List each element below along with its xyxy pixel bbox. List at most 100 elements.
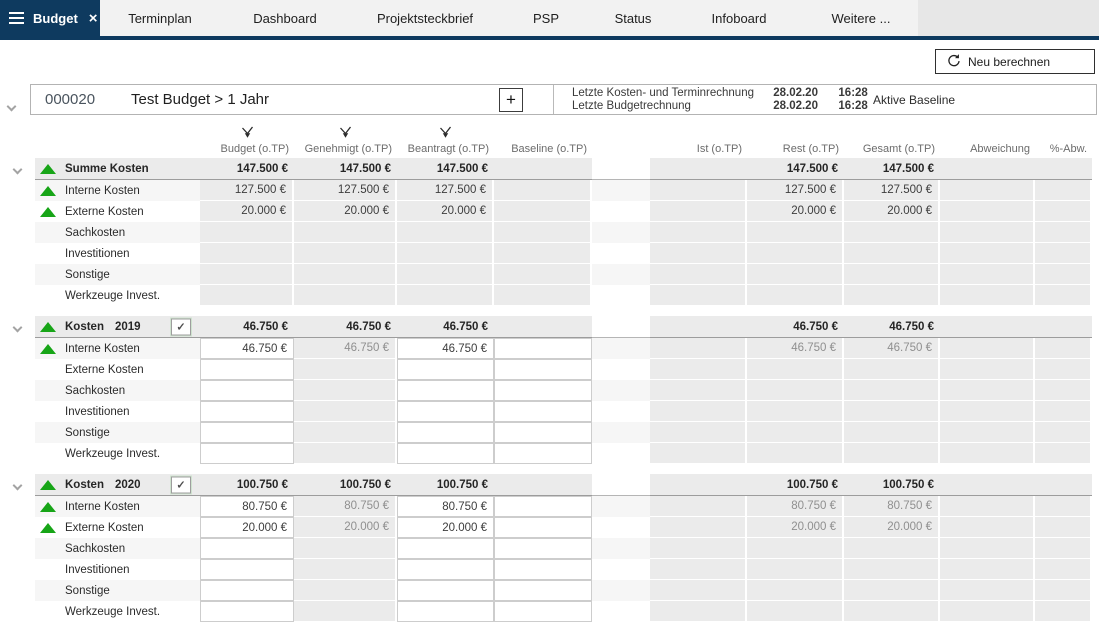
row-name: Werkzeuge Invest.	[65, 448, 160, 460]
collapse-group-chevron-icon[interactable]	[13, 322, 23, 332]
trend-up-icon	[40, 480, 56, 490]
cell-budget: 127.500 €	[200, 180, 294, 201]
gutter-spacer	[0, 140, 35, 158]
group-row-label[interactable]: Kosten2019✓	[35, 316, 200, 338]
cell-gesamt: 20.000 €	[844, 517, 940, 538]
cell-baseline[interactable]	[494, 517, 592, 538]
gap-column	[592, 580, 650, 601]
close-tab-icon[interactable]: ×	[89, 10, 98, 27]
gap-column	[592, 222, 650, 243]
group-total-abweichung	[940, 474, 1035, 496]
cell-beantragt[interactable]	[397, 401, 494, 422]
cell-budget[interactable]	[200, 401, 294, 422]
cell-rest	[747, 222, 844, 243]
filter-icon[interactable]	[200, 125, 294, 140]
add-button[interactable]: +	[499, 88, 523, 112]
cell-budget[interactable]	[200, 443, 294, 464]
cell-baseline[interactable]	[494, 601, 592, 622]
tab-budget-active[interactable]: Budget ×	[0, 0, 100, 36]
cell-beantragt[interactable]	[397, 580, 494, 601]
cell-budget[interactable]: 46.750 €	[200, 338, 294, 359]
cell-budget[interactable]: 20.000 €	[200, 517, 294, 538]
cell-abweichung	[940, 401, 1035, 422]
cell-beantragt[interactable]	[397, 380, 494, 401]
cell-budget[interactable]	[200, 380, 294, 401]
cell-beantragt[interactable]: 20.000 €	[397, 517, 494, 538]
cell-budget[interactable]	[200, 601, 294, 622]
cell-budget[interactable]	[200, 422, 294, 443]
tab-infoboard[interactable]: Infoboard	[674, 0, 804, 36]
cell-ist	[650, 443, 747, 464]
row-gutter	[0, 243, 35, 264]
cell-beantragt[interactable]	[397, 359, 494, 380]
cell-budget[interactable]	[200, 359, 294, 380]
cell-gesamt	[844, 380, 940, 401]
project-header-band: 000020 Test Budget > 1 Jahr + Letzte Kos…	[30, 84, 1097, 115]
cell-rest: 127.500 €	[747, 180, 844, 201]
cell-beantragt[interactable]: 46.750 €	[397, 338, 494, 359]
cell-genehmigt: 46.750 €	[294, 338, 397, 359]
cell-beantragt[interactable]	[397, 559, 494, 580]
cell-baseline[interactable]	[494, 538, 592, 559]
collapse-group-chevron-icon[interactable]	[13, 164, 23, 174]
cell-budget[interactable]	[200, 538, 294, 559]
tab-terminplan[interactable]: Terminplan	[100, 0, 220, 36]
filter-icon-row	[0, 125, 1092, 140]
cell-baseline[interactable]	[494, 338, 592, 359]
row-label: Sachkosten	[35, 538, 200, 559]
cell-baseline[interactable]	[494, 380, 592, 401]
row-name: Werkzeuge Invest.	[65, 606, 160, 618]
cell-baseline[interactable]	[494, 496, 592, 517]
cell-genehmigt	[294, 243, 397, 264]
hamburger-menu-icon[interactable]	[9, 12, 24, 24]
row-name: Externe Kosten	[65, 364, 144, 376]
recalculate-label: Neu berechnen	[968, 55, 1050, 69]
cell-pabw	[1035, 380, 1092, 401]
cell-budget: 20.000 €	[200, 201, 294, 222]
group-total-beantragt: 100.750 €	[397, 474, 494, 496]
group-total-gesamt: 147.500 €	[844, 158, 940, 180]
tab-projektsteckbrief[interactable]: Projektsteckbrief	[350, 0, 500, 36]
group-row-label[interactable]: Kosten2020✓	[35, 474, 200, 496]
tab-status[interactable]: Status	[592, 0, 674, 36]
group-total-genehmigt: 100.750 €	[294, 474, 397, 496]
filter-icon[interactable]	[294, 125, 397, 140]
collapse-group-chevron-icon[interactable]	[13, 480, 23, 490]
cell-beantragt[interactable]	[397, 422, 494, 443]
cell-ist	[650, 422, 747, 443]
cell-baseline[interactable]	[494, 559, 592, 580]
cell-rest	[747, 380, 844, 401]
group-row-label[interactable]: Summe Kosten	[35, 158, 200, 180]
cell-baseline[interactable]	[494, 422, 592, 443]
cell-baseline[interactable]	[494, 359, 592, 380]
cell-budget[interactable]: 80.750 €	[200, 496, 294, 517]
collapse-header-chevron-icon[interactable]	[8, 97, 15, 115]
row-label: Investitionen	[35, 401, 200, 422]
cell-beantragt[interactable]	[397, 443, 494, 464]
gap-column	[592, 474, 650, 496]
cell-budget[interactable]	[200, 580, 294, 601]
year-checkbox[interactable]: ✓	[171, 318, 191, 335]
label-spacer	[35, 140, 200, 158]
row-gutter	[0, 538, 35, 559]
filter-icon[interactable]	[397, 125, 494, 140]
cell-gesamt: 80.750 €	[844, 496, 940, 517]
cell-ist	[650, 359, 747, 380]
cell-beantragt[interactable]: 80.750 €	[397, 496, 494, 517]
cell-baseline[interactable]	[494, 580, 592, 601]
tab-weitere[interactable]: Weitere ...	[804, 0, 918, 36]
cell-budget[interactable]	[200, 559, 294, 580]
cell-beantragt[interactable]	[397, 538, 494, 559]
cell-gesamt	[844, 538, 940, 559]
tab-dashboard[interactable]: Dashboard	[220, 0, 350, 36]
recalculate-button[interactable]: Neu berechnen	[935, 49, 1095, 74]
row-name: Sonstige	[65, 585, 110, 597]
column-spacer	[1035, 125, 1092, 140]
cell-beantragt[interactable]	[397, 601, 494, 622]
year-checkbox[interactable]: ✓	[171, 476, 191, 493]
project-title: Test Budget > 1 Jahr	[131, 91, 269, 108]
cell-baseline[interactable]	[494, 401, 592, 422]
cell-gesamt	[844, 443, 940, 464]
tab-psp[interactable]: PSP	[500, 0, 592, 36]
cell-baseline[interactable]	[494, 443, 592, 464]
